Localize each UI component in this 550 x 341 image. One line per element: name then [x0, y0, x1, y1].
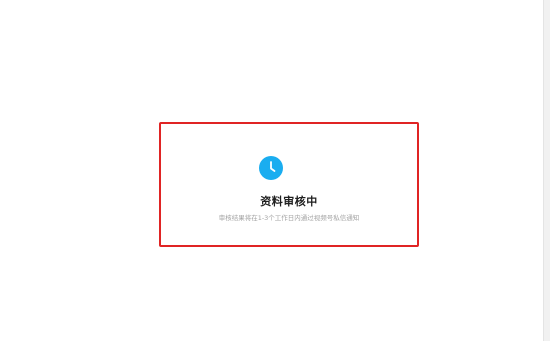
review-status-card: 资料审核中 审核结果将在1-3个工作日内通过视频号私信通知 [159, 122, 419, 247]
scrollbar[interactable] [543, 0, 550, 341]
status-title: 资料审核中 [260, 195, 318, 208]
page: 资料审核中 审核结果将在1-3个工作日内通过视频号私信通知 [0, 0, 550, 341]
clock-icon [259, 156, 283, 180]
status-description: 审核结果将在1-3个工作日内通过视频号私信通知 [218, 214, 360, 222]
